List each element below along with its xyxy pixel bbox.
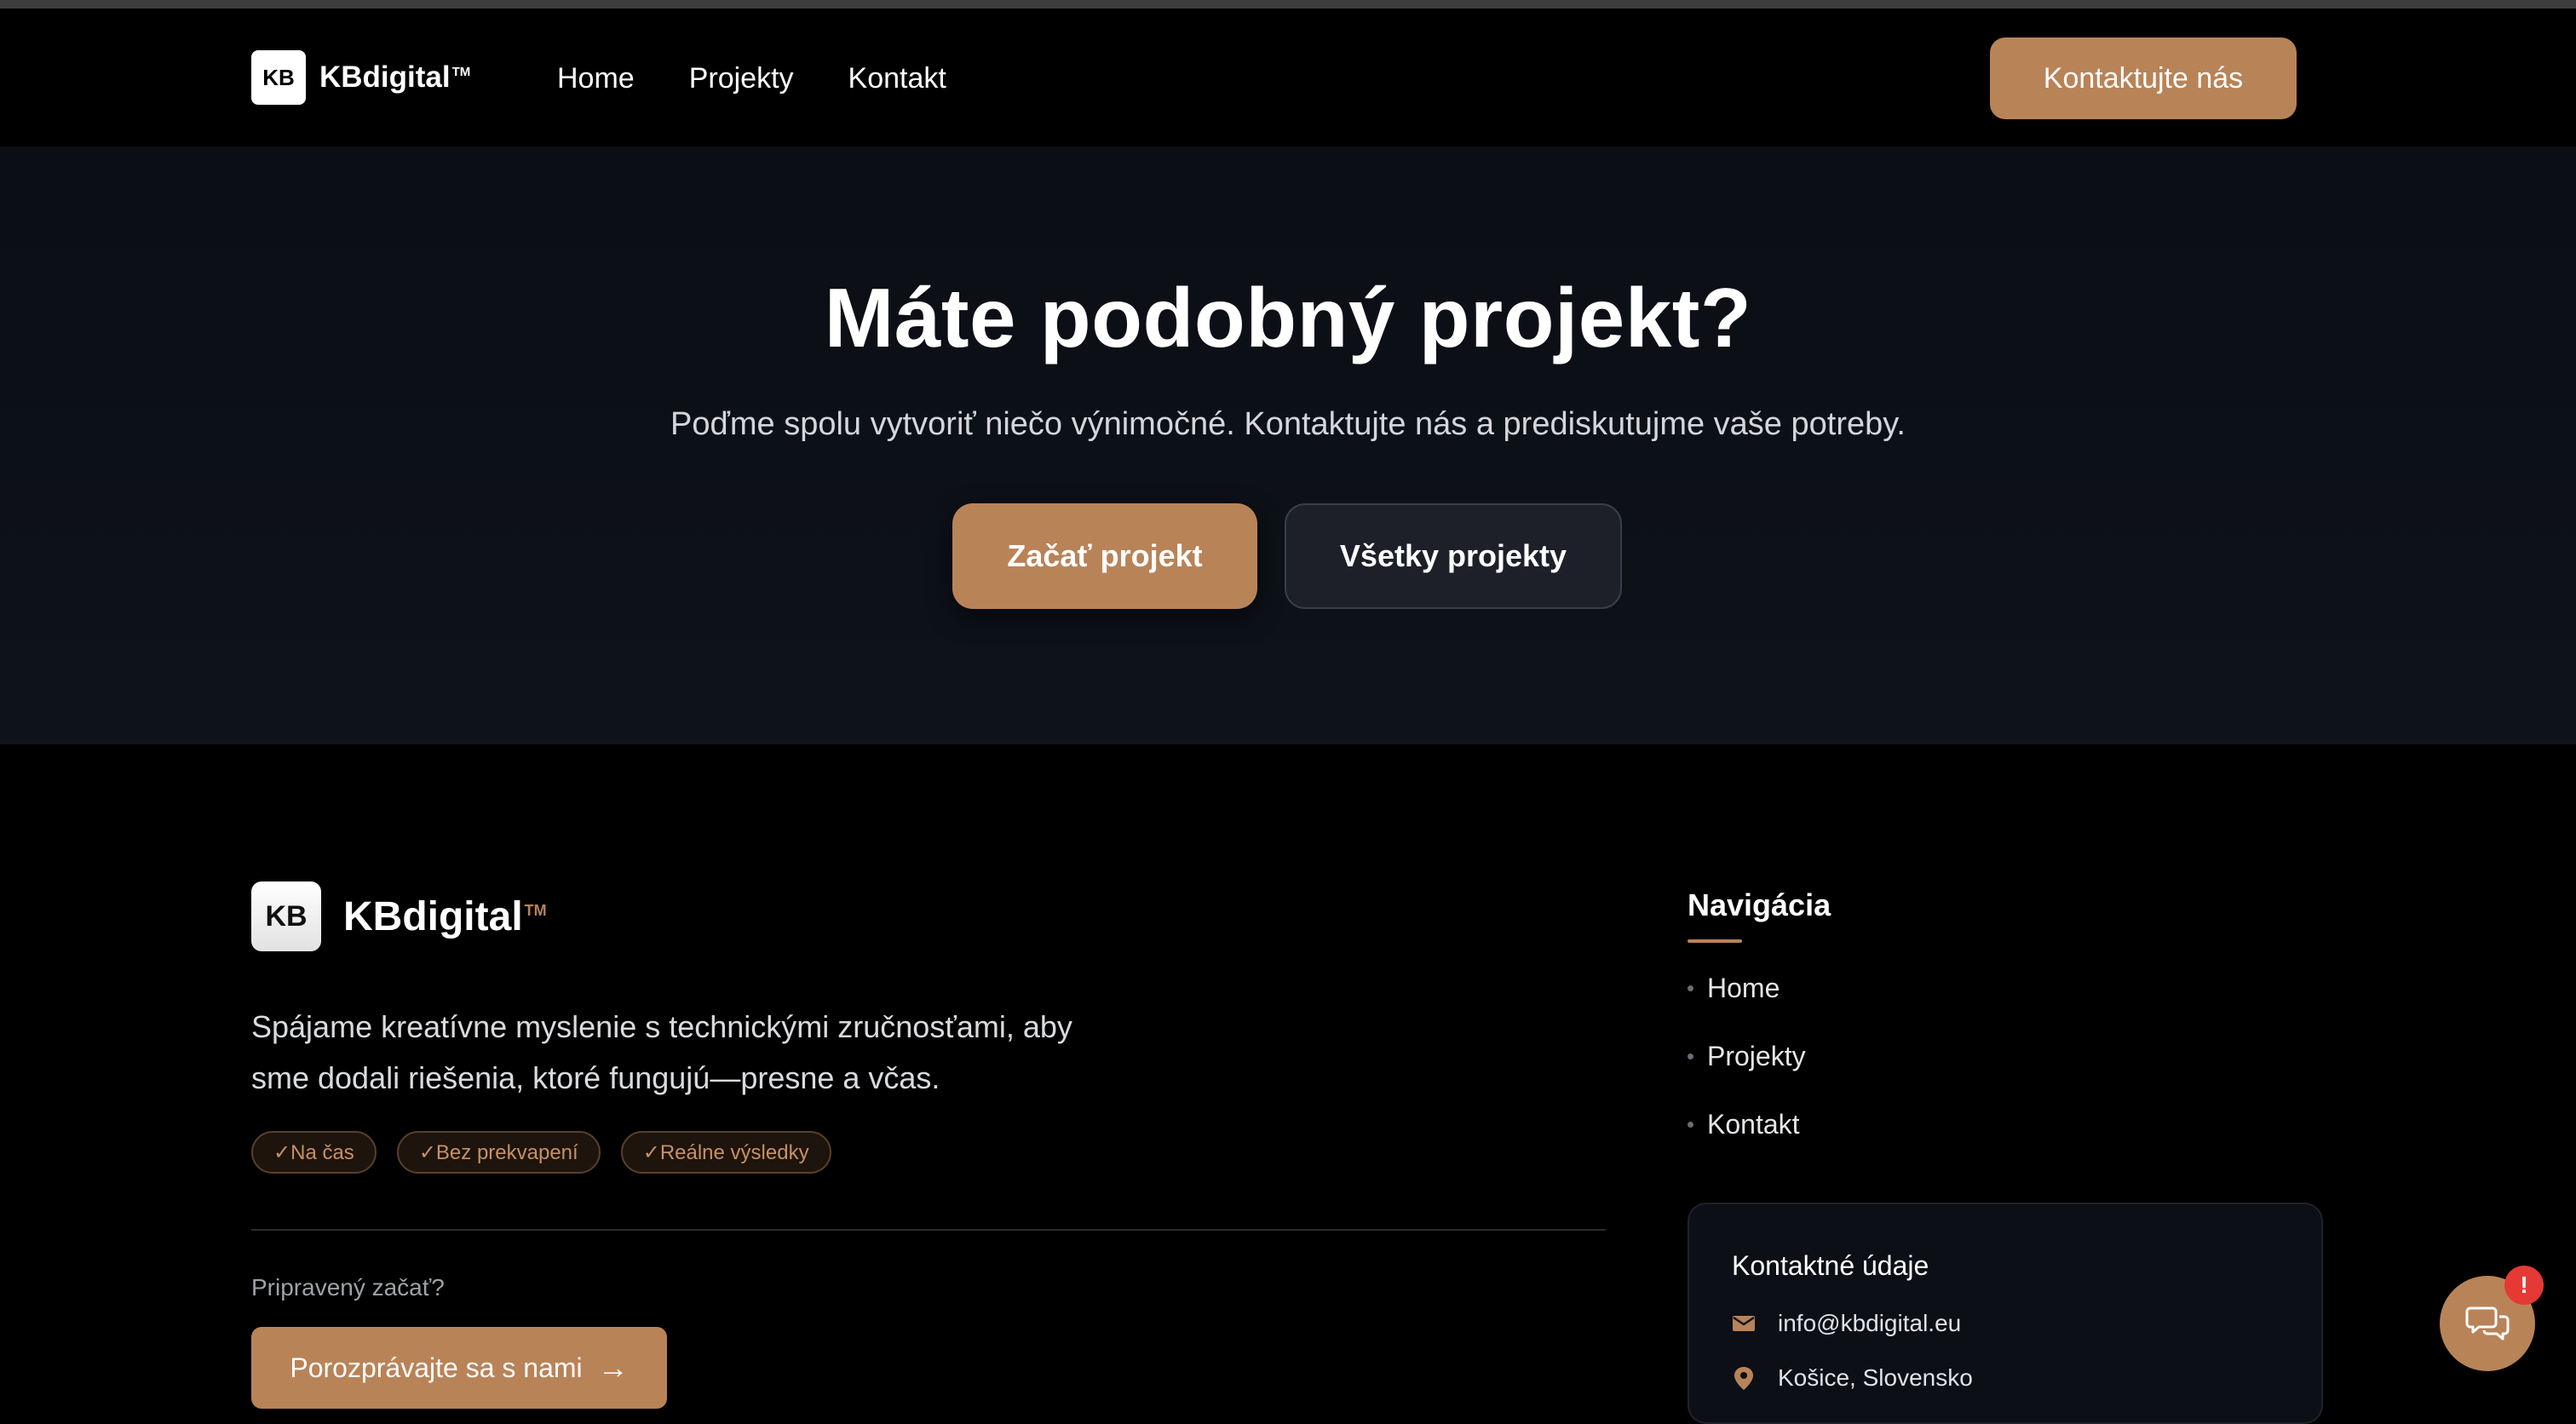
- header-logo[interactable]: KB KBdigital TM: [251, 50, 470, 105]
- chat-bubbles-icon: [2465, 1306, 2510, 1341]
- footer-divider: [251, 1229, 1606, 1231]
- contact-us-button[interactable]: Kontaktujte nás: [1990, 37, 2297, 119]
- nav-projekty[interactable]: Projekty: [689, 60, 794, 97]
- footer-nav-label: Kontakt: [1707, 1109, 1800, 1140]
- bullet-icon: [1688, 985, 1693, 991]
- footer-nav-kontakt[interactable]: Kontakt: [1688, 1109, 1800, 1140]
- contact-card-title: Kontaktné údaje: [1732, 1250, 1929, 1281]
- brand-text: KBdigital: [319, 60, 451, 94]
- site-header: KB KBdigital TM Home Projekty Kontakt Kon…: [0, 9, 2576, 146]
- talk-to-us-button[interactable]: Porozprávajte sa s nami →: [251, 1327, 667, 1409]
- footer-logo-mark: KB: [251, 881, 321, 951]
- site-footer: KB KBdigital TM Spájame kreatívne mysleni…: [0, 744, 2576, 1424]
- feature-badges: ✓Na čas ✓Bez prekvapení ✓Reálne výsledky: [251, 1131, 852, 1174]
- footer-nav-projekty[interactable]: Projekty: [1688, 1041, 1806, 1072]
- location-pin-icon: [1734, 1367, 1753, 1390]
- contact-details-card: Kontaktné údaje info@kbdigital.eu Košice…: [1688, 1203, 2323, 1424]
- badge-real-results: ✓Reálne výsledky: [620, 1131, 831, 1174]
- nav-home[interactable]: Home: [557, 60, 635, 97]
- cta-hero-section: Máte podobný projekt? Poďme spolu vytvor…: [0, 146, 2576, 744]
- mail-icon: [1733, 1316, 1755, 1331]
- start-project-button[interactable]: Začať projekt: [952, 503, 1257, 609]
- footer-nav-underline: [1688, 939, 1742, 943]
- footer-trademark: TM: [524, 901, 547, 919]
- footer-description: Spájame kreatívne myslenie s technickými…: [251, 1009, 1072, 1095]
- trademark: TM: [451, 65, 471, 80]
- footer-nav-label: Home: [1707, 973, 1780, 1003]
- footer-nav-title: Navigácia: [1688, 887, 1831, 922]
- badge-on-time: ✓Na čas: [251, 1131, 377, 1174]
- footer-logo[interactable]: KB KBdigital TM: [251, 881, 547, 951]
- contact-email: info@kbdigital.eu: [1778, 1310, 1962, 1336]
- bullet-icon: [1688, 1054, 1693, 1059]
- hero-title: Máte podobný projekt?: [824, 271, 1752, 365]
- footer-brand-text: KBdigital: [343, 893, 523, 939]
- badge-no-surprises: ✓Bez prekvapení: [396, 1131, 601, 1174]
- talk-button-label: Porozprávajte sa s nami: [290, 1352, 583, 1383]
- ready-text: Pripravený začať?: [251, 1274, 445, 1301]
- all-projects-button[interactable]: Všetky projekty: [1285, 503, 1622, 609]
- arrow-right-icon: →: [597, 1350, 629, 1385]
- hero-subtitle: Poďme spolu vytvoriť niečo výnimočné. Ko…: [670, 406, 1906, 442]
- footer-nav-label: Projekty: [1707, 1041, 1806, 1071]
- contact-location-row: Košice, Slovensko: [1732, 1364, 1973, 1392]
- brand-name: KBdigital TM: [319, 60, 470, 95]
- contact-email-row[interactable]: info@kbdigital.eu: [1732, 1310, 1961, 1337]
- main-nav: Home Projekty Kontakt: [557, 60, 1001, 97]
- chat-notification-badge: !: [2504, 1266, 2544, 1305]
- footer-brand-name: KBdigital TM: [343, 893, 547, 940]
- footer-nav-home[interactable]: Home: [1688, 973, 1780, 1004]
- contact-location: Košice, Slovensko: [1778, 1364, 1973, 1391]
- logo-mark: KB: [251, 50, 306, 105]
- nav-kontakt[interactable]: Kontakt: [848, 60, 946, 97]
- bullet-icon: [1688, 1122, 1693, 1128]
- window-top-strip: [0, 0, 2576, 9]
